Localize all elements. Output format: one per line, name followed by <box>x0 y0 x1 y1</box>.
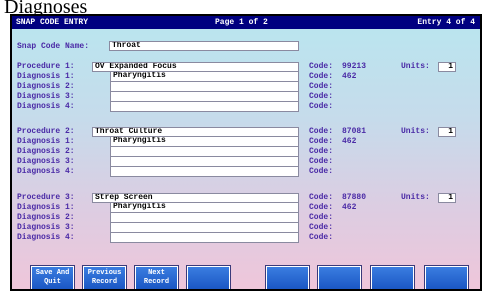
diagnosis-1-label: Diagnosis 1: <box>17 137 75 146</box>
diagnosis-3-label: Diagnosis 3: <box>17 92 75 101</box>
procedure-3-diagnosis-3-input[interactable] <box>110 223 299 233</box>
procedure-2-code: 87081 <box>342 127 367 136</box>
procedure-2-units-input[interactable]: 1 <box>438 127 456 137</box>
procedure-1-diagnosis-2-input[interactable] <box>110 82 299 92</box>
save-and-quit-button[interactable]: Save And Quit <box>30 265 75 289</box>
procedure-2-diagnosis-4-input[interactable] <box>110 167 299 177</box>
diagnosis-4-code-label: Code: <box>309 167 334 176</box>
next-record-button[interactable]: Next Record <box>134 265 179 289</box>
function-button-6[interactable] <box>317 265 362 289</box>
save-and-quit-label-line1: Save And <box>35 269 70 277</box>
procedure-1-diagnosis-3-input[interactable] <box>110 92 299 102</box>
next-record-label-line1: Next <box>148 269 165 277</box>
diagnosis-3-code-label: Code: <box>309 157 334 166</box>
procedure-2-diagnosis-2-input[interactable] <box>110 147 299 157</box>
diagnosis-1-code-label: Code: <box>309 203 334 212</box>
diagnosis-3-code-label: Code: <box>309 92 334 101</box>
diagnosis-2-label: Diagnosis 2: <box>17 82 75 91</box>
diagnosis-4-code-label: Code: <box>309 233 334 242</box>
diagnosis-3-code-label: Code: <box>309 223 334 232</box>
procedure-3-code: 87880 <box>342 193 367 202</box>
title-bar: SNAP CODE ENTRY Page 1 of 2 Entry 4 of 4 <box>12 16 480 29</box>
procedure-1-code: 99213 <box>342 62 367 71</box>
diagnosis-1-code-label: Code: <box>309 137 334 146</box>
procedure-3-code-label: Code: <box>309 193 334 202</box>
diagnosis-2-code-label: Code: <box>309 82 334 91</box>
diagnosis-1-label: Diagnosis 1: <box>17 203 75 212</box>
previous-record-button[interactable]: Previous Record <box>82 265 127 289</box>
save-and-quit-label-line2: Quit <box>44 278 61 286</box>
procedure-2-diagnosis-1-code: 462 <box>342 137 357 146</box>
function-button-8[interactable] <box>424 265 469 289</box>
function-button-7[interactable] <box>370 265 415 289</box>
procedure-2-diagnosis-1-input[interactable]: Pharyngitis <box>110 137 299 147</box>
procedure-2-diagnosis-3-input[interactable] <box>110 157 299 167</box>
diagnosis-2-label: Diagnosis 2: <box>17 147 75 156</box>
page-indicator: Page 1 of 2 <box>215 18 268 27</box>
diagnosis-2-code-label: Code: <box>309 213 334 222</box>
diagnosis-4-code-label: Code: <box>309 102 334 111</box>
procedure-3-label: Procedure 3: <box>17 193 75 202</box>
diagnosis-1-code-label: Code: <box>309 72 334 81</box>
procedure-3-diagnosis-1-code: 462 <box>342 203 357 212</box>
procedure-2-units-label: Units: <box>401 127 430 136</box>
procedure-3-input[interactable]: Strep Screen <box>92 193 299 203</box>
diagnosis-1-label: Diagnosis 1: <box>17 72 75 81</box>
diagnosis-2-code-label: Code: <box>309 147 334 156</box>
diagnosis-2-label: Diagnosis 2: <box>17 213 75 222</box>
procedure-1-diagnosis-1-input[interactable]: Pharyngitis <box>110 72 299 82</box>
procedure-3-diagnosis-1-input[interactable]: Pharyngitis <box>110 203 299 213</box>
procedure-2-input[interactable]: Throat Culture <box>92 127 299 137</box>
next-record-label-line2: Record <box>143 278 170 286</box>
procedure-2-code-label: Code: <box>309 127 334 136</box>
diagnosis-4-label: Diagnosis 4: <box>17 233 75 242</box>
snap-code-name-label: Snap Code Name: <box>17 42 90 51</box>
procedure-1-units-input[interactable]: 1 <box>438 62 456 72</box>
procedure-3-diagnosis-2-input[interactable] <box>110 213 299 223</box>
entry-indicator: Entry 4 of 4 <box>417 18 475 27</box>
diagnosis-3-label: Diagnosis 3: <box>17 157 75 166</box>
procedure-1-diagnosis-4-input[interactable] <box>110 102 299 112</box>
procedure-1-diagnosis-1-code: 462 <box>342 72 357 81</box>
window-title: SNAP CODE ENTRY <box>16 18 89 27</box>
function-button-4[interactable] <box>186 265 231 289</box>
procedure-2-label: Procedure 2: <box>17 127 75 136</box>
diagnosis-4-label: Diagnosis 4: <box>17 102 75 111</box>
procedure-1-label: Procedure 1: <box>17 62 75 71</box>
procedure-1-units-label: Units: <box>401 62 430 71</box>
snap-code-name-input[interactable]: Throat <box>109 41 299 51</box>
snap-code-entry-window: SNAP CODE ENTRY Page 1 of 2 Entry 4 of 4… <box>10 14 482 291</box>
procedure-3-units-label: Units: <box>401 193 430 202</box>
diagnosis-4-label: Diagnosis 4: <box>17 167 75 176</box>
procedure-1-input[interactable]: OV Expanded Focus <box>92 62 299 72</box>
function-button-5[interactable] <box>265 265 310 289</box>
procedure-3-units-input[interactable]: 1 <box>438 193 456 203</box>
procedure-1-code-label: Code: <box>309 62 334 71</box>
diagnosis-3-label: Diagnosis 3: <box>17 223 75 232</box>
procedure-3-diagnosis-4-input[interactable] <box>110 233 299 243</box>
previous-record-label-line2: Record <box>91 278 118 286</box>
previous-record-label-line1: Previous <box>87 269 122 277</box>
